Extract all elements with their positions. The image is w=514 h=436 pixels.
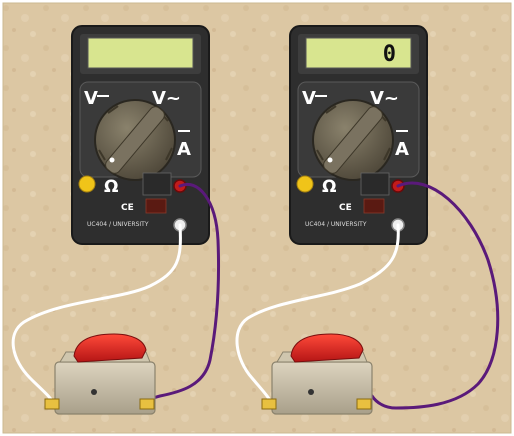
small-print-panel	[360, 172, 390, 196]
ohm-label: Ω	[322, 177, 336, 197]
knob-pointer-dot	[327, 157, 333, 163]
amp-bar	[396, 130, 408, 132]
red-fuse	[363, 198, 385, 214]
selector-knob[interactable]	[312, 99, 394, 181]
yellow-button[interactable]	[296, 175, 314, 193]
terminal-left	[261, 398, 277, 410]
brand-text: UC404 / UNIVERSITY	[305, 221, 367, 228]
brand-text: UC404 / UNIVERSITY	[87, 221, 149, 228]
terminal-left	[44, 398, 60, 410]
vdc-bar	[315, 95, 327, 97]
small-print-panel	[142, 172, 172, 196]
red-fuse	[145, 198, 167, 214]
terminal-right	[356, 398, 372, 410]
vdc-bar	[97, 95, 109, 97]
amp-bar	[178, 130, 190, 132]
ohm-label: Ω	[104, 177, 118, 197]
switch-hole	[308, 389, 314, 395]
amp-label: A	[177, 139, 191, 160]
multimeter-right[interactable]: 0 V V~ A Ω CE UC404 / UNIVERSITY	[289, 25, 428, 245]
yellow-button[interactable]	[78, 175, 96, 193]
knob-pointer-dot	[109, 157, 115, 163]
vdc-label: V	[302, 88, 316, 109]
lcd-display	[87, 37, 194, 69]
switch-hole	[91, 389, 97, 395]
circuit-scene: V V~ A Ω CE UC404 / UNIVERSITY 0 V V~ A …	[2, 2, 512, 434]
ce-mark: CE	[121, 203, 134, 213]
multimeter-left[interactable]: V V~ A Ω CE UC404 / UNIVERSITY	[71, 25, 210, 245]
lcd-reading: 0	[383, 42, 396, 67]
amp-label: A	[395, 139, 409, 160]
terminal-right	[139, 398, 155, 410]
selector-knob[interactable]	[94, 99, 176, 181]
vdc-label: V	[84, 88, 98, 109]
ce-mark: CE	[339, 203, 352, 213]
